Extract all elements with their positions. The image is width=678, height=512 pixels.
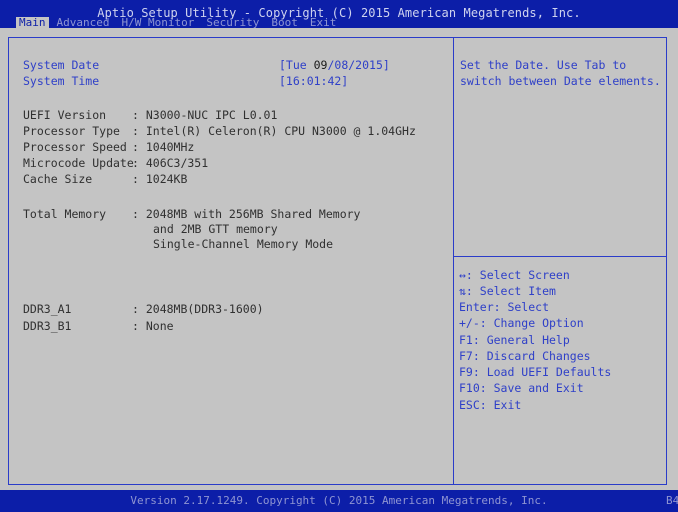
processor-speed-label: Processor Speed: [23, 140, 127, 154]
ddr3-b1-value: : None: [132, 319, 174, 333]
key-select-screen: ↔: Select Screen: [459, 268, 570, 282]
ddr3-a1-label: DDR3_A1: [23, 302, 72, 316]
microcode-update-value: : 406C3/351: [132, 156, 209, 170]
key-general-help: F1: General Help: [459, 333, 570, 347]
tab-hw-monitor[interactable]: H/W Monitor: [118, 17, 197, 28]
tab-security[interactable]: Security: [203, 17, 262, 28]
microcode-update-label: Microcode Update: [23, 156, 134, 170]
system-date-suffix: /08/2015]: [327, 58, 390, 72]
key-save-exit: F10: Save and Exit: [459, 381, 584, 395]
title-bar: Aptio Setup Utility - Copyright (C) 2015…: [0, 0, 678, 28]
help-text-line-1: Set the Date. Use Tab to: [460, 58, 627, 72]
uefi-version-value: : N3000-NUC IPC L0.01: [132, 108, 278, 122]
total-memory-line-2: and 2MB GTT memory: [153, 222, 278, 236]
content-frame: [8, 37, 667, 485]
total-memory-line-1: : 2048MB with 256MB Shared Memory: [132, 207, 361, 221]
system-time-value[interactable]: [16:01:42]: [279, 74, 348, 88]
key-esc-exit: ESC: Exit: [459, 398, 522, 412]
tab-exit[interactable]: Exit: [307, 17, 340, 28]
system-date-month-cursor[interactable]: 09: [314, 58, 328, 72]
key-discard-changes: F7: Discard Changes: [459, 349, 591, 363]
ddr3-b1-label: DDR3_B1: [23, 319, 72, 333]
key-select-item: ⇅: Select Item: [459, 284, 556, 298]
tab-main[interactable]: Main: [16, 17, 49, 28]
cache-size-label: Cache Size: [23, 172, 93, 186]
help-text-line-2: switch between Date elements.: [460, 74, 661, 88]
footer-version-text: Version 2.17.1249. Copyright (C) 2015 Am…: [130, 494, 548, 507]
system-date-value[interactable]: [Tue 09/08/2015]: [279, 58, 390, 72]
tab-advanced[interactable]: Advanced: [54, 17, 113, 28]
key-enter-select: Enter: Select: [459, 300, 550, 314]
system-time-label: System Time: [23, 74, 100, 88]
tab-boot[interactable]: Boot: [268, 17, 301, 28]
system-date-prefix: [Tue: [279, 58, 314, 72]
ddr3-a1-value: : 2048MB(DDR3-1600): [132, 302, 264, 316]
processor-type-label: Processor Type: [23, 124, 120, 138]
uefi-version-label: UEFI Version: [23, 108, 107, 122]
total-memory-line-3: Single-Channel Memory Mode: [153, 237, 334, 251]
help-divider: [454, 256, 666, 257]
key-load-defaults: F9: Load UEFI Defaults: [459, 365, 612, 379]
processor-type-value: : Intel(R) Celeron(R) CPU N3000 @ 1.04GH…: [132, 124, 416, 138]
processor-speed-value: : 1040MHz: [132, 140, 195, 154]
panel-divider: [453, 37, 454, 485]
cache-size-value: : 1024KB: [132, 172, 188, 186]
total-memory-label: Total Memory: [23, 207, 107, 221]
footer-corner-code: B4: [666, 494, 678, 507]
tab-bar: Main Advanced H/W Monitor Security Boot …: [16, 17, 345, 28]
system-date-label: System Date: [23, 58, 100, 72]
footer-bar: Version 2.17.1249. Copyright (C) 2015 Am…: [0, 490, 678, 512]
key-change-option: +/-: Change Option: [459, 316, 584, 330]
